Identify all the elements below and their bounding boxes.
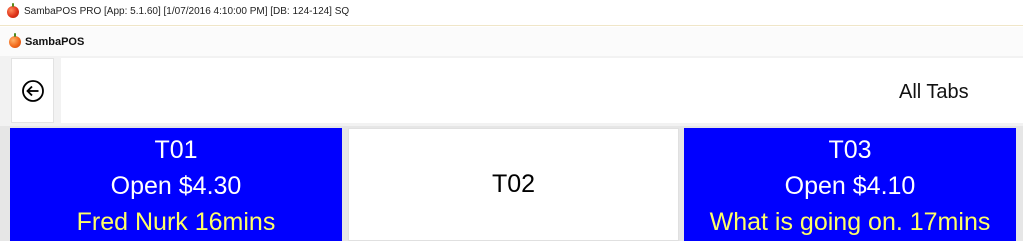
window-titlebar[interactable]: SambaPOS PRO [App: 5.1.60] [1/07/2016 4:… [0, 0, 1023, 26]
tab-note: What is going on. 17mins [709, 208, 991, 236]
tab-name: T03 [828, 136, 872, 164]
app-header: SambaPOS [0, 27, 1023, 56]
apple-icon [9, 33, 21, 48]
app-window: SambaPOS PRO [App: 5.1.60] [1/07/2016 4:… [0, 0, 1023, 241]
tab-name: T02 [491, 170, 536, 198]
tab-status: Open $4.10 [784, 172, 916, 200]
tab-note: Fred Nurk 16mins [76, 208, 276, 236]
tab-tile-t02[interactable]: T02 [348, 128, 679, 241]
toolbar: All Tabs [0, 56, 1023, 126]
app-name: SambaPOS [25, 36, 85, 48]
tab-status: Open $4.30 [110, 172, 242, 200]
back-arrow-icon [21, 79, 44, 102]
page-title: All Tabs [899, 81, 969, 103]
tab-tile-t01[interactable]: T01 Open $4.30 Fred Nurk 16mins [10, 128, 342, 241]
tab-tile-t03[interactable]: T03 Open $4.10 What is going on. 17mins [684, 128, 1016, 241]
tab-tiles: T01 Open $4.30 Fred Nurk 16mins T02 T03 … [0, 126, 1023, 241]
tab-name: T01 [154, 136, 198, 164]
window-title: SambaPOS PRO [App: 5.1.60] [1/07/2016 4:… [24, 6, 350, 17]
header-panel: All Tabs [61, 58, 1023, 123]
apple-icon [7, 3, 19, 18]
back-button[interactable] [11, 58, 54, 123]
